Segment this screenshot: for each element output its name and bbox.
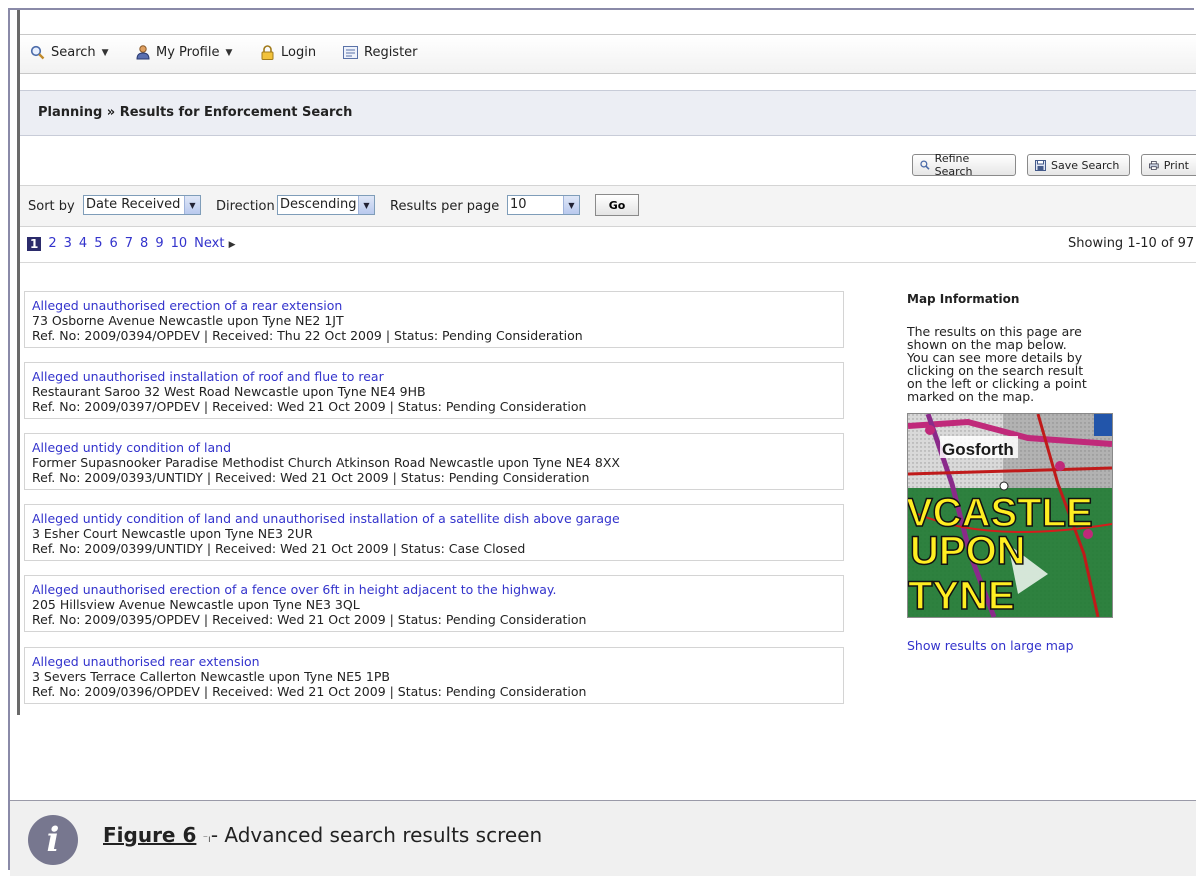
printer-icon (1149, 160, 1159, 170)
figure-caption: Figure 6 ⁻ı- Advanced search results scr… (103, 823, 542, 847)
map-label: Gosforth (942, 440, 1014, 459)
user-icon (136, 45, 150, 60)
map-graphic: Gosforth VCASTLE UPON TYNE (908, 414, 1112, 617)
info-icon: i (28, 815, 78, 865)
result-item: Alleged unauthorised erection of a rear … (24, 291, 844, 348)
map-info-description: The results on this page are shown on th… (907, 324, 1087, 404)
result-address: 3 Esher Court Newcastle upon Tyne NE3 2U… (32, 526, 313, 541)
next-page-link[interactable]: Next ▶ (194, 236, 235, 251)
result-title-link[interactable]: Alleged unauthorised installation of roo… (32, 369, 843, 384)
magnifier-icon (30, 45, 45, 60)
go-label: Go (608, 198, 626, 212)
lock-icon (261, 45, 274, 60)
sort-bar: Sort by Date Received ▼ Direction Descen… (20, 185, 1196, 227)
sort-by-label: Sort by (28, 199, 75, 214)
chevron-down-icon: ▼ (563, 196, 579, 214)
magnifier-icon (920, 160, 930, 170)
map-label: UPON (910, 529, 1026, 573)
chevron-down-icon: ▼ (184, 196, 200, 214)
nav-my-profile[interactable]: My Profile ▼ (136, 45, 232, 60)
result-address: 3 Severs Terrace Callerton Newcastle upo… (32, 669, 390, 684)
result-meta: Ref. No: 2009/0396/OPDEV | Received: Wed… (32, 684, 587, 699)
print-button[interactable]: Print (1141, 154, 1196, 176)
figure-caption-text: - Advanced search results screen (210, 823, 543, 847)
go-button[interactable]: Go (595, 194, 639, 216)
result-address: 205 Hillsview Avenue Newcastle upon Tyne… (32, 597, 360, 612)
map-info-title: Map Information (907, 292, 1020, 306)
direction-value: Descending (280, 197, 357, 212)
result-item: Alleged unauthorised rear extension 3 Se… (24, 647, 844, 704)
print-label: Print (1163, 158, 1189, 172)
page-link[interactable]: 10 (171, 236, 188, 251)
top-nav: Search ▼ My Profile ▼ Login Register (20, 34, 1196, 74)
direction-label: Direction (216, 199, 275, 214)
result-title-link[interactable]: Alleged unauthorised erection of a fence… (32, 582, 843, 597)
result-address: Former Supasnooker Paradise Methodist Ch… (32, 455, 620, 470)
results-per-page-value: 10 (510, 197, 527, 212)
divider (20, 262, 1196, 263)
large-map-link[interactable]: Show results on large map (907, 638, 1074, 653)
nav-search-label: Search (51, 45, 96, 60)
sort-by-value: Date Received (86, 197, 181, 212)
arrow-right-icon: ▶ (228, 240, 236, 250)
result-item: Alleged unauthorised erection of a fence… (24, 575, 844, 632)
results-count: Showing 1-10 of 97 (1068, 236, 1195, 251)
refine-search-button[interactable]: Refine Search (912, 152, 1016, 178)
nav-search[interactable]: Search ▼ (30, 45, 109, 60)
refine-search-label: Refine Search (934, 152, 973, 178)
result-meta: Ref. No: 2009/0395/OPDEV | Received: Wed… (32, 612, 587, 627)
result-title-link[interactable]: Alleged untidy condition of land and una… (32, 511, 843, 526)
nav-register-label: Register (364, 45, 418, 60)
page-link[interactable]: 9 (155, 236, 163, 251)
nav-register[interactable]: Register (343, 45, 418, 60)
result-meta: Ref. No: 2009/0399/UNTIDY | Received: We… (32, 541, 526, 556)
nav-my-profile-label: My Profile (156, 45, 220, 60)
results-map[interactable]: Gosforth VCASTLE UPON TYNE (907, 413, 1113, 618)
result-meta: Ref. No: 2009/0397/OPDEV | Received: Wed… (32, 399, 587, 414)
result-item: Alleged untidy condition of land and una… (24, 504, 844, 561)
page-link[interactable]: 6 (109, 236, 117, 251)
result-title-link[interactable]: Alleged unauthorised erection of a rear … (32, 298, 843, 313)
sort-by-select[interactable]: Date Received ▼ (83, 195, 201, 215)
page-link[interactable]: 3 (64, 236, 72, 251)
save-search-button[interactable]: Save Search (1027, 154, 1130, 176)
chevron-down-icon: ▼ (358, 196, 374, 214)
results-per-page-select[interactable]: 10 ▼ (507, 195, 580, 215)
result-title-link[interactable]: Alleged unauthorised rear extension (32, 654, 843, 669)
nav-login-label: Login (281, 45, 317, 60)
result-item: Alleged untidy condition of land Former … (24, 433, 844, 490)
current-page: 1 (27, 236, 42, 251)
map-label: TYNE (908, 574, 1015, 617)
page-link[interactable]: 2 (48, 236, 56, 251)
pagination: 1 2 3 4 5 6 7 8 9 10 Next ▶ (27, 236, 236, 251)
page-link[interactable]: 5 (94, 236, 102, 251)
chevron-down-icon: ▼ (101, 47, 109, 58)
figure-number: Figure 6 (103, 823, 197, 847)
page-title: Planning » Results for Enforcement Searc… (38, 105, 353, 120)
result-item: Alleged unauthorised installation of roo… (24, 362, 844, 419)
result-address: 73 Osborne Avenue Newcastle upon Tyne NE… (32, 313, 344, 328)
direction-select[interactable]: Descending ▼ (277, 195, 375, 215)
figure-caption-bar: i Figure 6 ⁻ı- Advanced search results s… (10, 800, 1196, 876)
page-link[interactable]: 7 (125, 236, 133, 251)
page-link[interactable]: 8 (140, 236, 148, 251)
result-meta: Ref. No: 2009/0393/UNTIDY | Received: We… (32, 470, 590, 485)
floppy-disk-icon (1035, 159, 1046, 171)
result-title-link[interactable]: Alleged untidy condition of land (32, 440, 843, 455)
bookmark-icon: ⁻ı (202, 834, 211, 845)
result-meta: Ref. No: 2009/0394/OPDEV | Received: Thu… (32, 328, 583, 343)
next-page-label: Next (194, 236, 225, 251)
nav-login[interactable]: Login (260, 45, 316, 60)
chevron-down-icon: ▼ (225, 47, 233, 58)
save-search-label: Save Search (1051, 158, 1120, 172)
page-link[interactable]: 4 (79, 236, 87, 251)
results-per-page-label: Results per page (390, 199, 500, 214)
page-title-bar: Planning » Results for Enforcement Searc… (20, 90, 1196, 136)
form-icon (343, 46, 358, 59)
result-address: Restaurant Saroo 32 West Road Newcastle … (32, 384, 426, 399)
